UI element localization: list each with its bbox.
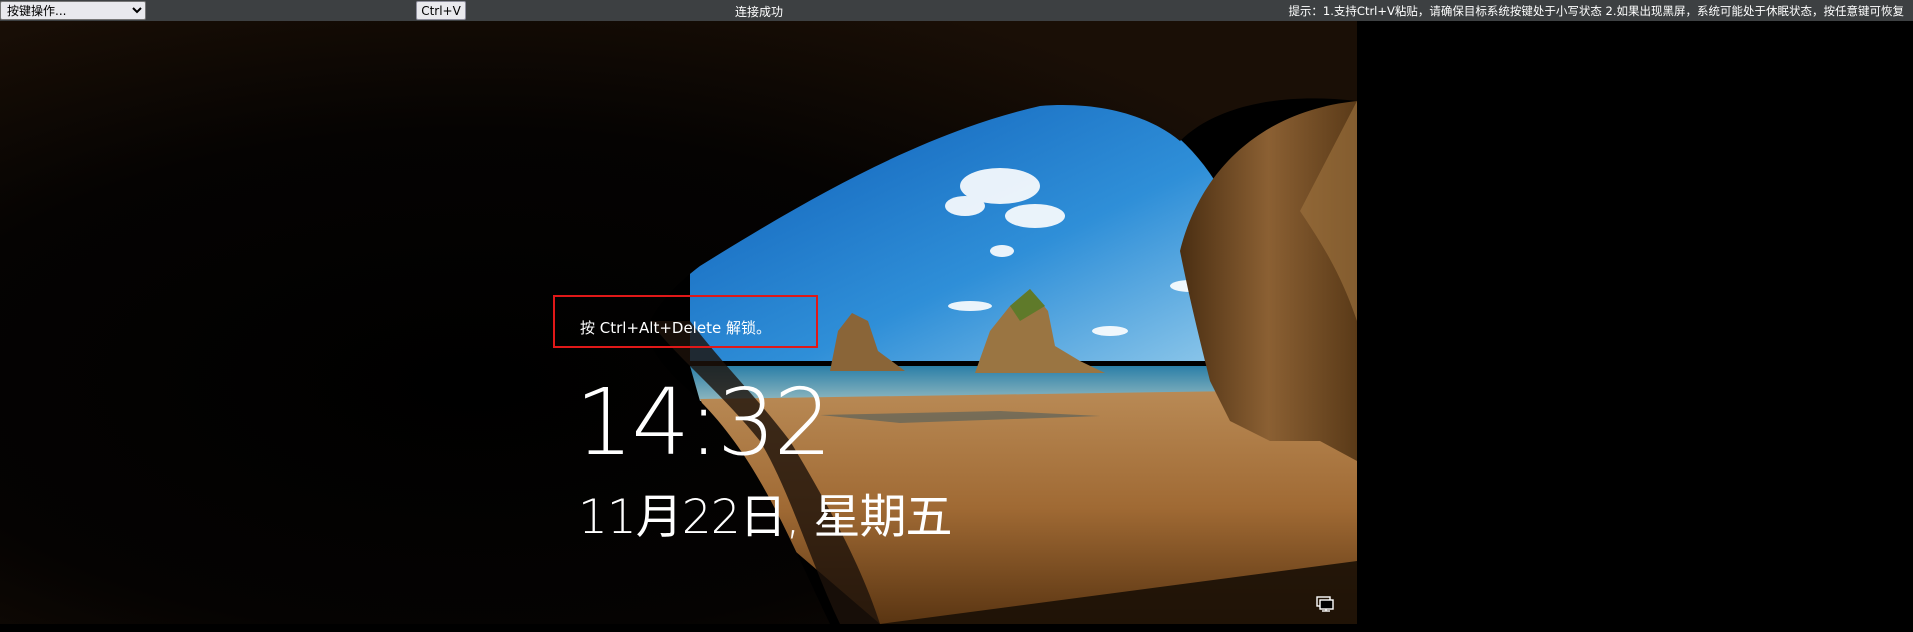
- unlock-prompt: 按 Ctrl+Alt+Delete 解锁。: [580, 319, 771, 337]
- connection-status: 连接成功: [735, 5, 784, 19]
- hint-text: 提示：1.支持Ctrl+V粘贴，请确保目标系统按键处于小写状态 2.如果出现黑屏…: [1288, 4, 1904, 18]
- remote-screen[interactable]: 按 Ctrl+Alt+Delete 解锁。 14:32 11月22日, 星期五: [0, 21, 1913, 632]
- ctrl-v-button[interactable]: Ctrl+V: [416, 1, 466, 20]
- network-icon[interactable]: [1316, 596, 1334, 612]
- remote-toolbar: 按键操作... Ctrl+V 连接成功 提示：1.支持Ctrl+V粘贴，请确保目…: [0, 0, 1913, 21]
- key-action-select[interactable]: 按键操作...: [0, 1, 146, 20]
- lock-screen-date: 11月22日, 星期五: [578, 490, 952, 545]
- lock-screen-clock: 14:32: [575, 369, 832, 476]
